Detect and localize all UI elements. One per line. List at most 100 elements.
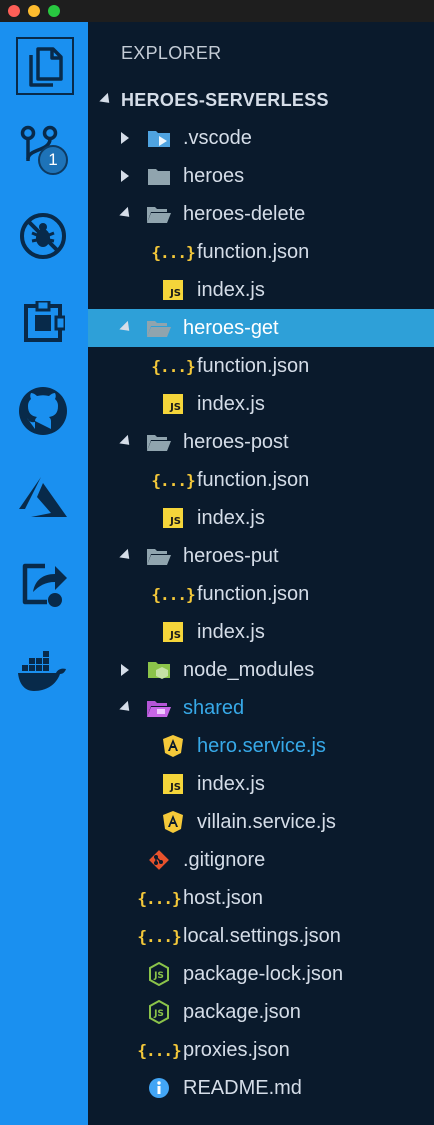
tree-item-label: host.json [183,886,264,909]
folder-open-icon [146,315,172,341]
tree-folder-row[interactable]: heroes-delete [88,195,434,233]
tree-file-row[interactable]: JS index.js [88,499,434,537]
tree-file-row[interactable]: README.md [88,1069,434,1107]
azure-activity-button[interactable] [14,468,72,526]
no-bug-icon [20,213,66,259]
root-folder-label: HEROES-SERVERLESS [121,89,329,110]
json-icon: {...} [151,356,195,376]
angular-icon [160,733,186,759]
tree-item-label: index.js [197,506,265,529]
chevron-down-icon[interactable] [118,320,134,336]
tree-item-label: function.json [197,354,310,377]
extensions-icon [24,301,65,342]
tree-file-row[interactable]: {...} local.settings.json [88,917,434,955]
folder-open-icon [146,429,172,455]
json-icon: {...} [137,926,181,946]
source-control-activity-button[interactable]: 1 [14,123,72,181]
extensions-activity-button[interactable] [14,294,72,352]
tree-file-row[interactable]: {...} host.json [88,879,434,917]
tree-file-row[interactable]: JS package-lock.json [88,955,434,993]
github-activity-button[interactable] [14,382,72,440]
javascript-icon: JS [160,619,186,645]
source-control-badge: 1 [38,145,68,175]
shared-folder-icon [146,695,172,721]
tree-file-row[interactable]: JS package.json [88,993,434,1031]
tree-file-row[interactable]: {...} function.json [88,461,434,499]
nodejs-icon: JS [146,999,172,1025]
chevron-right-icon[interactable] [118,131,132,145]
activity-bar: 1 [0,22,88,1125]
live-share-activity-button[interactable] [14,555,72,613]
chevron-down-icon[interactable] [118,434,134,450]
git-icon [146,847,172,873]
svg-text:JS: JS [153,1009,164,1019]
tree-file-row[interactable]: JS index.js [88,765,434,803]
tree-folder-row[interactable]: heroes-get [88,309,434,347]
javascript-icon: JS [160,771,186,797]
debug-activity-button[interactable] [14,207,72,265]
tree-file-row[interactable]: {...} function.json [88,347,434,385]
tree-folder-row[interactable]: heroes [88,157,434,195]
tree-item-label: index.js [197,278,265,301]
tree-file-row[interactable]: {...} function.json [88,575,434,613]
docker-activity-button[interactable] [14,642,72,700]
tree-item-label: function.json [197,468,310,491]
files-icon [29,47,63,87]
info-icon [146,1075,172,1101]
explorer-activity-button[interactable] [16,37,74,95]
json-icon: {...} [137,888,181,908]
tree-file-row[interactable]: villain.service.js [88,803,434,841]
tree-folder-row[interactable]: .vscode [88,119,434,157]
chevron-right-icon[interactable] [118,663,132,677]
tree-item-label: villain.service.js [197,810,336,833]
tree-item-label: proxies.json [183,1038,290,1061]
tree-folder-row[interactable]: shared [88,689,434,727]
tree-file-row[interactable]: JS index.js [88,271,434,309]
javascript-icon: JS [160,277,186,303]
tree-folder-row[interactable]: heroes-put [88,537,434,575]
javascript-icon: JS [160,505,186,531]
window-titlebar [0,0,434,23]
svg-text:JS: JS [153,971,164,981]
window-minimize-button[interactable] [28,5,40,17]
folder-open-icon [146,201,172,227]
tree-item-label: index.js [197,392,265,415]
tree-item-label: heroes-delete [183,202,306,225]
azure-icon [19,477,67,517]
tree-item-label: local.settings.json [183,924,341,947]
tree-root-folder[interactable]: HEROES-SERVERLESS [88,81,434,119]
chevron-down-icon[interactable] [118,548,134,564]
tree-file-row[interactable]: {...} proxies.json [88,1031,434,1069]
folder-icon [146,163,172,189]
chevron-right-icon[interactable] [118,169,132,183]
tree-file-row[interactable]: JS index.js [88,385,434,423]
chevron-down-icon[interactable] [118,206,134,222]
tree-item-label: .vscode [183,126,252,149]
tree-item-label: node_modules [183,658,315,681]
tree-item-label: heroes-get [183,316,279,339]
folder-open-icon [146,543,172,569]
file-tree: HEROES-SERVERLESS .vscode heroes heroes-de… [88,81,434,1107]
javascript-icon: JS [160,391,186,417]
tree-item-label: function.json [197,582,310,605]
angular-icon [160,809,186,835]
tree-folder-row[interactable]: node_modules [88,651,434,689]
chevron-down-icon[interactable] [118,700,134,716]
tree-file-row[interactable]: .gitignore [88,841,434,879]
tree-file-row[interactable]: JS index.js [88,613,434,651]
tree-item-label: package-lock.json [183,962,344,985]
tree-file-row[interactable]: {...} function.json [88,233,434,271]
tree-item-label: README.md [183,1076,302,1099]
tree-file-row[interactable]: hero.service.js [88,727,434,765]
chevron-down-icon[interactable] [98,92,114,108]
tree-item-label: shared [183,696,245,719]
docker-icon [18,651,66,691]
node-modules-folder-icon [146,657,172,683]
live-share-icon [22,563,67,607]
explorer-sidebar: EXPLORER HEROES-SERVERLESS .vscode heroes… [88,22,434,1125]
github-icon [19,387,67,435]
tree-item-label: package.json [183,1000,301,1023]
tree-folder-row[interactable]: heroes-post [88,423,434,461]
window-maximize-button[interactable] [48,5,60,17]
window-close-button[interactable] [8,5,20,17]
